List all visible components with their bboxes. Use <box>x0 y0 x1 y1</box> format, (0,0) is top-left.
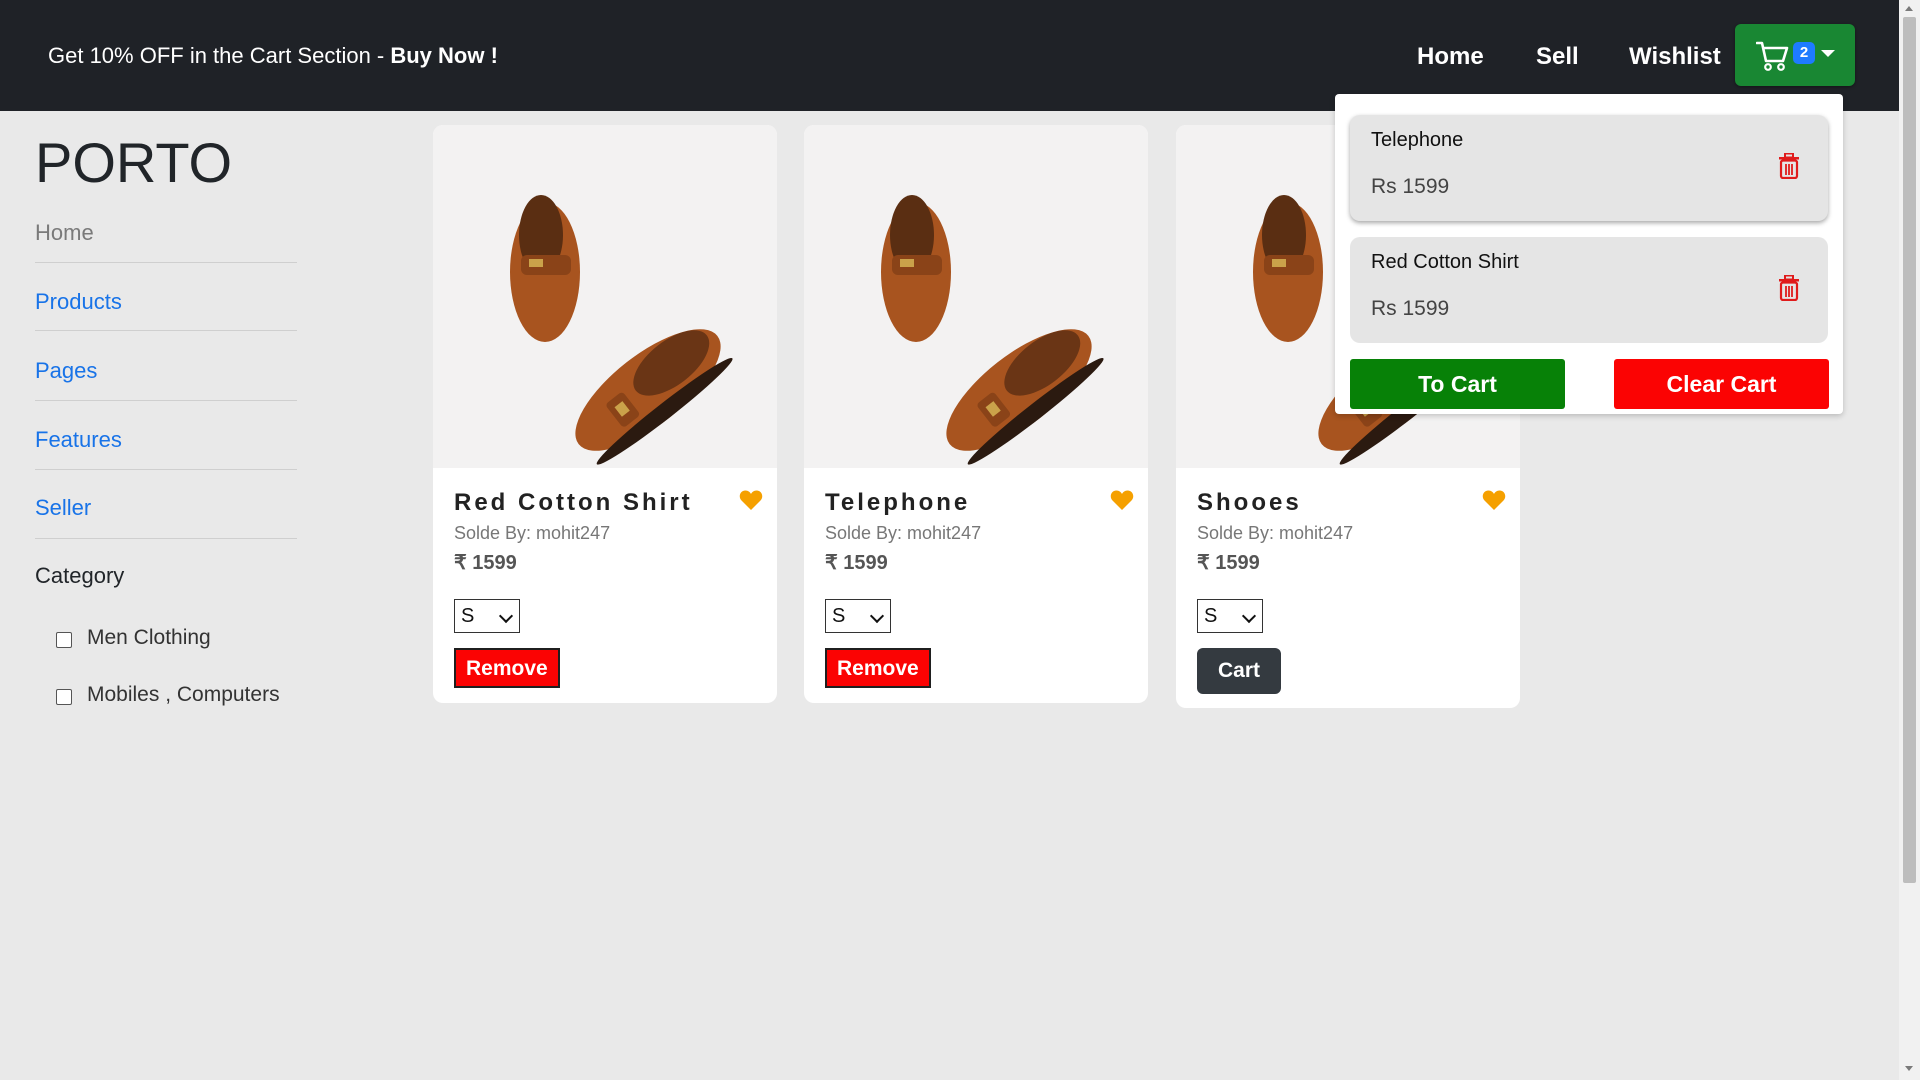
heart-icon[interactable] <box>1110 489 1134 511</box>
checkbox[interactable] <box>56 632 72 648</box>
seller-text: Solde By: mohit247 <box>1197 523 1354 543</box>
cart-item-price: Rs 1599 <box>1371 297 1450 320</box>
brand-logo: PORTO <box>35 131 233 194</box>
promo-buy-now-link[interactable]: Buy Now ! <box>390 43 498 68</box>
scroll-up-arrow-icon[interactable] <box>1905 6 1913 11</box>
cart-item[interactable]: Telephone Rs 1599 <box>1350 115 1828 221</box>
category-label: Men Clothing <box>87 626 211 649</box>
sidebar-item-home[interactable]: Home <box>35 220 94 246</box>
add-to-cart-button[interactable]: Cart <box>1197 648 1281 694</box>
size-value: S <box>461 605 475 627</box>
product-title[interactable]: Shooes <box>1197 489 1302 517</box>
heart-icon[interactable] <box>739 489 763 511</box>
scroll-down-arrow-icon[interactable] <box>1905 1066 1913 1071</box>
category-label: Mobiles , Computers <box>87 683 280 706</box>
caret-down-icon <box>1821 50 1835 57</box>
cart-item-price: Rs 1599 <box>1371 175 1450 198</box>
shoe-angled <box>946 329 1104 465</box>
trash-icon[interactable] <box>1778 153 1800 179</box>
sidebar-divider <box>35 330 297 331</box>
chevron-down-icon <box>1241 608 1257 624</box>
product-price: ₹ 1599 <box>825 552 888 574</box>
cart-item[interactable]: Red Cotton Shirt Rs 1599 <box>1350 237 1828 343</box>
cart-dropdown-menu: Telephone Rs 1599 Red Cotton Shirt Rs 15… <box>1335 94 1843 414</box>
remove-button[interactable]: Remove <box>454 648 560 688</box>
size-select[interactable]: S <box>1197 599 1263 633</box>
shoe-angled <box>575 329 733 465</box>
promo-banner: Get 10% OFF in the Cart Section - Buy No… <box>48 43 498 69</box>
chevron-down-icon <box>498 608 514 624</box>
to-cart-button[interactable]: To Cart <box>1350 359 1565 409</box>
shoe-upright <box>1253 195 1323 342</box>
cart-dropdown-toggle[interactable]: 2 <box>1735 24 1855 86</box>
cart-count-badge: 2 <box>1793 42 1815 64</box>
remove-button[interactable]: Remove <box>825 648 931 688</box>
seller-text: Solde By: mohit247 <box>454 523 611 543</box>
promo-text: Get 10% OFF in the Cart Section - <box>48 43 391 68</box>
cart-item-name: Telephone <box>1371 129 1464 151</box>
sidebar-item-pages[interactable]: Pages <box>35 358 97 384</box>
product-card: Telephone Solde By: mohit247 ₹ 1599 S Re… <box>804 125 1148 703</box>
sidebar-divider <box>35 538 297 539</box>
product-image[interactable] <box>804 125 1148 468</box>
product-image[interactable] <box>433 125 777 468</box>
chevron-down-icon <box>869 608 885 624</box>
clear-cart-button[interactable]: Clear Cart <box>1614 359 1829 409</box>
product-title[interactable]: Telephone <box>825 489 970 517</box>
nav-home-link[interactable]: Home <box>1417 43 1484 71</box>
size-value: S <box>832 605 846 627</box>
size-value: S <box>1204 605 1218 627</box>
cart-item-name: Red Cotton Shirt <box>1371 251 1519 273</box>
size-select[interactable]: S <box>454 599 520 633</box>
sidebar-divider <box>35 469 297 470</box>
product-price: ₹ 1599 <box>1197 552 1260 574</box>
sidebar-divider <box>35 262 297 263</box>
sidebar-item-products[interactable]: Products <box>35 289 122 315</box>
sidebar-divider <box>35 400 297 401</box>
size-select[interactable]: S <box>825 599 891 633</box>
product-card: Red Cotton Shirt Solde By: mohit247 ₹ 15… <box>433 125 777 703</box>
product-title[interactable]: Red Cotton Shirt <box>454 489 693 517</box>
sidebar-item-features[interactable]: Features <box>35 427 122 453</box>
page-scrollbar[interactable] <box>1899 0 1920 1080</box>
nav-sell-link[interactable]: Sell <box>1536 43 1579 71</box>
sidebar-item-seller[interactable]: Seller <box>35 495 91 521</box>
category-heading: Category <box>35 563 125 588</box>
scrollbar-thumb[interactable] <box>1903 17 1916 883</box>
checkbox[interactable] <box>56 689 72 705</box>
shoe-upright <box>510 195 580 342</box>
shoe-upright <box>881 195 951 342</box>
heart-icon[interactable] <box>1482 489 1506 511</box>
nav-wishlist-link[interactable]: Wishlist <box>1629 43 1721 71</box>
seller-text: Solde By: mohit247 <box>825 523 982 543</box>
shopping-cart-icon <box>1756 41 1789 71</box>
product-price: ₹ 1599 <box>454 552 517 574</box>
trash-icon[interactable] <box>1778 275 1800 301</box>
